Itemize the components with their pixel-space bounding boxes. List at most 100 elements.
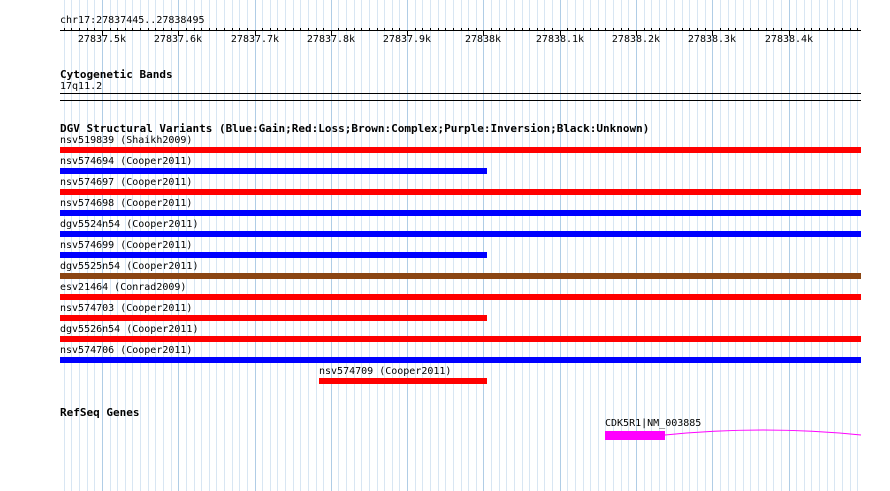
ruler-tick: [850, 28, 851, 31]
ruler-tick: [743, 28, 744, 31]
variant-bar[interactable]: [60, 294, 861, 300]
ruler-tick: [369, 28, 370, 31]
ruler-tick: [697, 28, 698, 31]
ruler-tick: [758, 28, 759, 31]
ruler-tick: [613, 28, 614, 31]
ruler-tick: [87, 28, 88, 31]
dgv-track-title[interactable]: DGV Structural Variants (Blue:Gain;Red:L…: [60, 122, 649, 135]
ruler-tick: [285, 28, 286, 31]
ruler-tick: [689, 28, 690, 31]
ruler-tick-label: 27838.1k: [535, 34, 585, 45]
ruler-tick: [239, 28, 240, 31]
ruler-tick: [552, 28, 553, 31]
ruler-tick: [171, 28, 172, 31]
cytoband-line-bottom: [60, 100, 861, 101]
variant-label[interactable]: dgv5526n54 (Cooper2011): [60, 324, 198, 336]
ruler-tick: [209, 28, 210, 31]
variant-bar[interactable]: [60, 315, 487, 321]
ruler-tick: [377, 28, 378, 31]
cytoband-line-top: [60, 93, 861, 94]
variant-label[interactable]: nsv574699 (Cooper2011): [60, 240, 192, 252]
refseq-track-title[interactable]: RefSeq Genes: [60, 406, 139, 419]
ruler-tick: [308, 28, 309, 31]
variant-label[interactable]: nsv519839 (Shaikh2009): [60, 135, 192, 147]
ruler-tick: [651, 28, 652, 31]
variant-label[interactable]: nsv574709 (Cooper2011): [319, 366, 451, 378]
variant-bar[interactable]: [60, 273, 861, 279]
ruler-tick: [598, 28, 599, 31]
ruler-tick: [605, 28, 606, 31]
variant-label[interactable]: nsv574703 (Cooper2011): [60, 303, 192, 315]
ruler-tick: [277, 28, 278, 31]
variant-label[interactable]: dgv5525n54 (Cooper2011): [60, 261, 198, 273]
ruler-tick: [544, 28, 545, 31]
ruler-tick: [354, 28, 355, 31]
ruler-tick: [842, 28, 843, 31]
gene-intron-path: [664, 429, 862, 436]
ruler-tick: [293, 28, 294, 31]
ruler-tick: [827, 28, 828, 31]
ruler-tick: [445, 28, 446, 31]
ruler-tick: [766, 28, 767, 31]
variant-label[interactable]: dgv5524n54 (Cooper2011): [60, 219, 198, 231]
ruler-tick: [514, 28, 515, 31]
ruler-tick: [422, 28, 423, 31]
ruler-tick: [567, 28, 568, 31]
ruler-tick: [857, 28, 858, 31]
variant-bar[interactable]: [60, 231, 861, 237]
variant-bar[interactable]: [60, 357, 861, 363]
ruler-tick-label: 27837.8k: [306, 34, 356, 45]
ruler-tick: [415, 28, 416, 31]
ruler-tick: [338, 28, 339, 31]
ruler-tick: [735, 28, 736, 31]
ruler-tick-label: 27838.3k: [687, 34, 737, 45]
variant-bar[interactable]: [60, 336, 861, 342]
variant-bar[interactable]: [60, 147, 861, 153]
variant-bar[interactable]: [60, 168, 487, 174]
variant-bar[interactable]: [60, 210, 861, 216]
ruler-tick: [232, 28, 233, 31]
ruler-tick: [674, 28, 675, 31]
ruler-tick: [270, 28, 271, 31]
variant-label[interactable]: nsv574698 (Cooper2011): [60, 198, 192, 210]
ruler-tick: [64, 28, 65, 31]
variant-label[interactable]: nsv574694 (Cooper2011): [60, 156, 192, 168]
ruler-tick: [361, 28, 362, 31]
ruler-tick: [300, 28, 301, 31]
ruler-tick-label: 27837.7k: [230, 34, 280, 45]
cytobands-track-title[interactable]: Cytogenetic Bands: [60, 68, 173, 81]
ruler-tick: [132, 28, 133, 31]
ruler-tick: [453, 28, 454, 31]
ruler-tick: [247, 28, 248, 31]
ruler-tick: [194, 28, 195, 31]
ruler-tick: [773, 28, 774, 31]
ruler-tick: [346, 28, 347, 31]
ruler-tick: [529, 28, 530, 31]
variant-bar[interactable]: [60, 189, 861, 195]
ruler-tick: [392, 28, 393, 31]
ruler-tick: [262, 28, 263, 31]
ruler-tick: [476, 28, 477, 31]
ruler-tick: [94, 28, 95, 31]
ruler-tick: [819, 28, 820, 31]
ruler-tick: [140, 28, 141, 31]
ruler-tick: [590, 28, 591, 31]
gene-intron-line[interactable]: [0, 425, 890, 445]
cytoband-label: 17q11.2: [60, 81, 103, 92]
ruler-tick-label: 27837.6k: [153, 34, 203, 45]
variant-bar[interactable]: [60, 252, 487, 258]
ruler-tick: [186, 28, 187, 31]
ruler-tick-label: 27838.2k: [611, 34, 661, 45]
variant-label[interactable]: nsv574697 (Cooper2011): [60, 177, 192, 189]
ruler-tick-label: 27838k: [464, 34, 502, 45]
ruler-tick: [621, 28, 622, 31]
variant-label[interactable]: nsv574706 (Cooper2011): [60, 345, 192, 357]
ruler-tick: [781, 28, 782, 31]
ruler-tick: [750, 28, 751, 31]
ruler-tick: [125, 28, 126, 31]
ruler-tick: [117, 28, 118, 31]
variant-label[interactable]: esv21464 (Conrad2009): [60, 282, 186, 294]
ruler-tick: [224, 28, 225, 31]
ruler-tick: [506, 28, 507, 31]
variant-bar[interactable]: [319, 378, 487, 384]
